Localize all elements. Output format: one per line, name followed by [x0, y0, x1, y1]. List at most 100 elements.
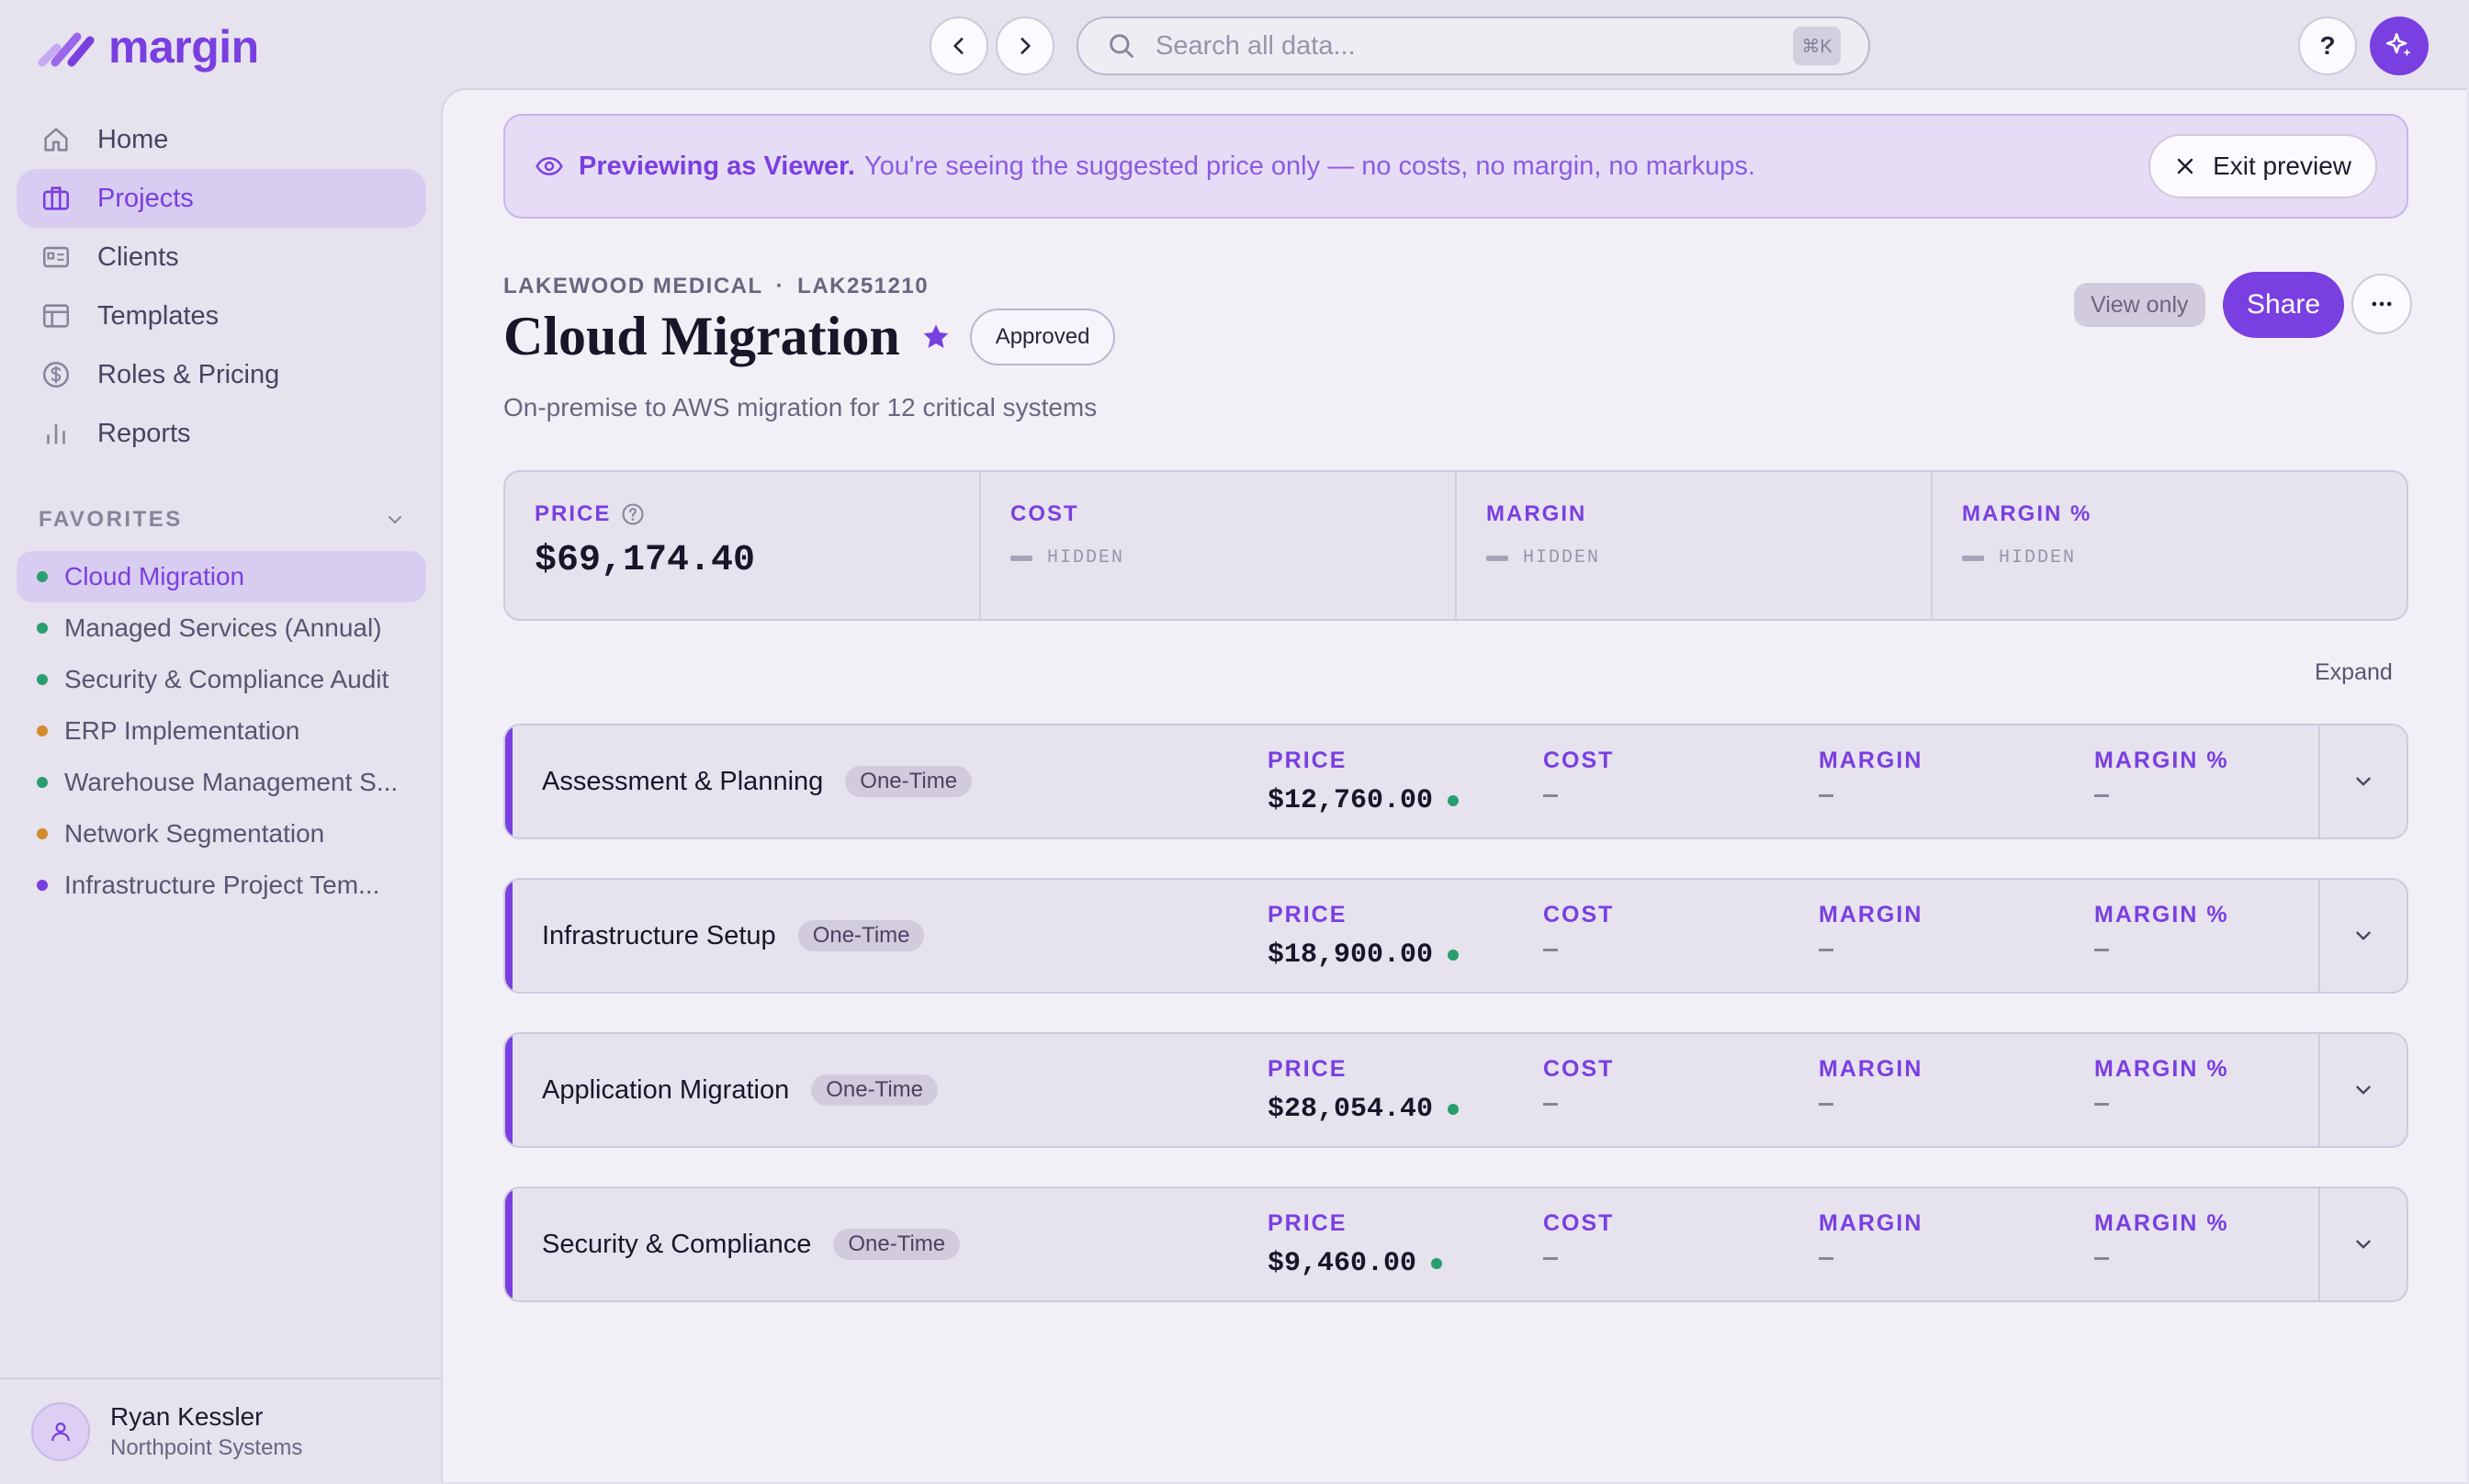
user-icon: [51, 1422, 70, 1442]
favorite-item[interactable]: Infrastructure Project Tem...: [17, 860, 426, 911]
status-dot: [37, 828, 48, 839]
favorite-label: Cloud Migration: [64, 562, 245, 590]
price-value: $12,760.00: [1268, 785, 1434, 816]
help-circle-icon[interactable]: [620, 501, 646, 527]
phase-price: PRICE $18,900.00: [1268, 902, 1460, 971]
favorite-item[interactable]: Warehouse Management S...: [17, 757, 426, 808]
status-dot: [37, 623, 48, 634]
status-badge[interactable]: Approved: [969, 308, 1116, 365]
breadcrumb: LAKEWOOD MEDICAL · LAK251210: [503, 274, 929, 299]
phase-row[interactable]: Infrastructure Setup One-Time PRICE $18,…: [503, 878, 2408, 994]
price-value-row: $18,900.00: [1268, 939, 1460, 971]
status-dot: [1448, 950, 1460, 961]
search-bar[interactable]: ⌘K: [1077, 17, 1870, 75]
favorites-label: FAVORITES: [39, 507, 183, 532]
billing-type-badge: One-Time: [845, 766, 973, 797]
summary-price: PRICE $69,174.40: [505, 472, 981, 619]
ellipsis-icon: [2372, 301, 2392, 307]
empty-dash: [1543, 949, 1558, 951]
briefcase-icon: [42, 186, 70, 210]
phase-cost: COST: [1543, 748, 1614, 797]
chevron-down-icon: [2356, 1085, 2371, 1095]
price-value: $18,900.00: [1268, 939, 1434, 971]
favorite-item[interactable]: Cloud Migration: [17, 551, 426, 602]
search-input[interactable]: [1156, 30, 1793, 62]
sidebar-item-reports[interactable]: Reports: [17, 404, 426, 463]
banner-message: You're seeing the suggested price only —…: [863, 151, 1755, 181]
phase-row[interactable]: Security & Compliance One-Time PRICE $9,…: [503, 1186, 2408, 1302]
favorites-header[interactable]: FAVORITES: [39, 507, 406, 533]
expand-phase-button[interactable]: [2318, 1034, 2407, 1146]
view-only-badge: View only: [2074, 283, 2205, 327]
phase-row[interactable]: Assessment & Planning One-Time PRICE $12…: [503, 724, 2408, 839]
summary-margin-percent: MARGIN % HIDDEN: [1933, 472, 2407, 619]
main-content: Previewing as Viewer. You're seeing the …: [441, 88, 2467, 1482]
exit-preview-label: Exit preview: [2213, 152, 2351, 180]
summary-cost-label: COST: [1010, 501, 1079, 526]
margin-label: MARGIN: [1819, 1210, 1923, 1236]
billing-type-badge: One-Time: [833, 1229, 961, 1260]
app-logo[interactable]: margin: [37, 20, 259, 73]
shortcut-badge: ⌘K: [1793, 27, 1841, 65]
price-label: PRICE: [1268, 902, 1347, 928]
empty-dash: [2094, 1103, 2109, 1106]
exit-preview-button[interactable]: Exit preview: [2148, 134, 2377, 198]
status-dot: [1448, 1104, 1460, 1115]
phase-margin-percent: MARGIN %: [2094, 1210, 2229, 1260]
summary-cost: COST HIDDEN: [981, 472, 1457, 619]
phase-title: Application Migration One-Time: [542, 1074, 938, 1106]
summary-margin: MARGIN HIDDEN: [1457, 472, 1933, 619]
eye-icon: [536, 157, 563, 175]
hidden-text: HIDDEN: [1047, 547, 1125, 568]
top-bar: margin ⌘K ?: [0, 0, 2469, 90]
back-button[interactable]: [930, 17, 988, 75]
share-button[interactable]: Share: [2223, 272, 2345, 338]
more-options-button[interactable]: [2351, 274, 2412, 334]
empty-dash: [1819, 1257, 1833, 1260]
client-name[interactable]: LAKEWOOD MEDICAL: [503, 274, 763, 298]
favorite-item[interactable]: Security & Compliance Audit: [17, 654, 426, 705]
margin-percent-label: MARGIN %: [2094, 1056, 2229, 1082]
expand-phase-button[interactable]: [2318, 725, 2407, 838]
project-description: On-premise to AWS migration for 12 criti…: [503, 393, 1098, 422]
close-icon: [2177, 158, 2193, 174]
sidebar-item-home[interactable]: Home: [17, 110, 426, 169]
help-button[interactable]: ?: [2298, 17, 2357, 75]
chevron-down-icon: [389, 516, 401, 524]
phase-margin-percent: MARGIN %: [2094, 748, 2229, 797]
user-profile[interactable]: Ryan Kessler Northpoint Systems: [0, 1377, 441, 1484]
summary-margin-label: MARGIN: [1486, 501, 1587, 526]
sidebar-item-projects[interactable]: Projects: [17, 169, 426, 228]
sidebar-item-clients[interactable]: Clients: [17, 228, 426, 287]
price-value-row: $12,760.00: [1268, 785, 1460, 816]
status-dot: [37, 571, 48, 582]
phase-row[interactable]: Application Migration One-Time PRICE $28…: [503, 1032, 2408, 1148]
status-dot: [37, 777, 48, 788]
favorite-item[interactable]: Network Segmentation: [17, 808, 426, 860]
margin-percent-label: MARGIN %: [2094, 902, 2229, 928]
search-icon: [1110, 34, 1133, 58]
sidebar-item-label: Home: [97, 124, 169, 154]
empty-dash: [1819, 949, 1833, 951]
star-icon[interactable]: [920, 321, 952, 353]
favorite-label: ERP Implementation: [64, 716, 300, 745]
summary-price-label: PRICE: [535, 501, 612, 526]
favorite-item[interactable]: Managed Services (Annual): [17, 602, 426, 654]
avatar: [31, 1402, 90, 1461]
sidebar-item-roles-pricing[interactable]: Roles & Pricing: [17, 345, 426, 404]
favorite-label: Warehouse Management S...: [64, 768, 399, 796]
sidebar-item-label: Reports: [97, 418, 191, 448]
expand-phase-button[interactable]: [2318, 880, 2407, 992]
expand-phase-button[interactable]: [2318, 1188, 2407, 1300]
empty-dash: [2094, 1257, 2109, 1260]
sidebar-item-templates[interactable]: Templates: [17, 287, 426, 345]
favorite-item[interactable]: ERP Implementation: [17, 705, 426, 757]
home-icon: [44, 128, 68, 152]
empty-dash: [1819, 1103, 1833, 1106]
forward-button[interactable]: [996, 17, 1054, 75]
ai-assistant-button[interactable]: [2370, 17, 2429, 75]
price-value-row: $9,460.00: [1268, 1248, 1443, 1279]
expand-all-button[interactable]: Expand: [2315, 659, 2393, 686]
status-dot: [37, 674, 48, 685]
phase-title: Assessment & Planning One-Time: [542, 766, 973, 797]
